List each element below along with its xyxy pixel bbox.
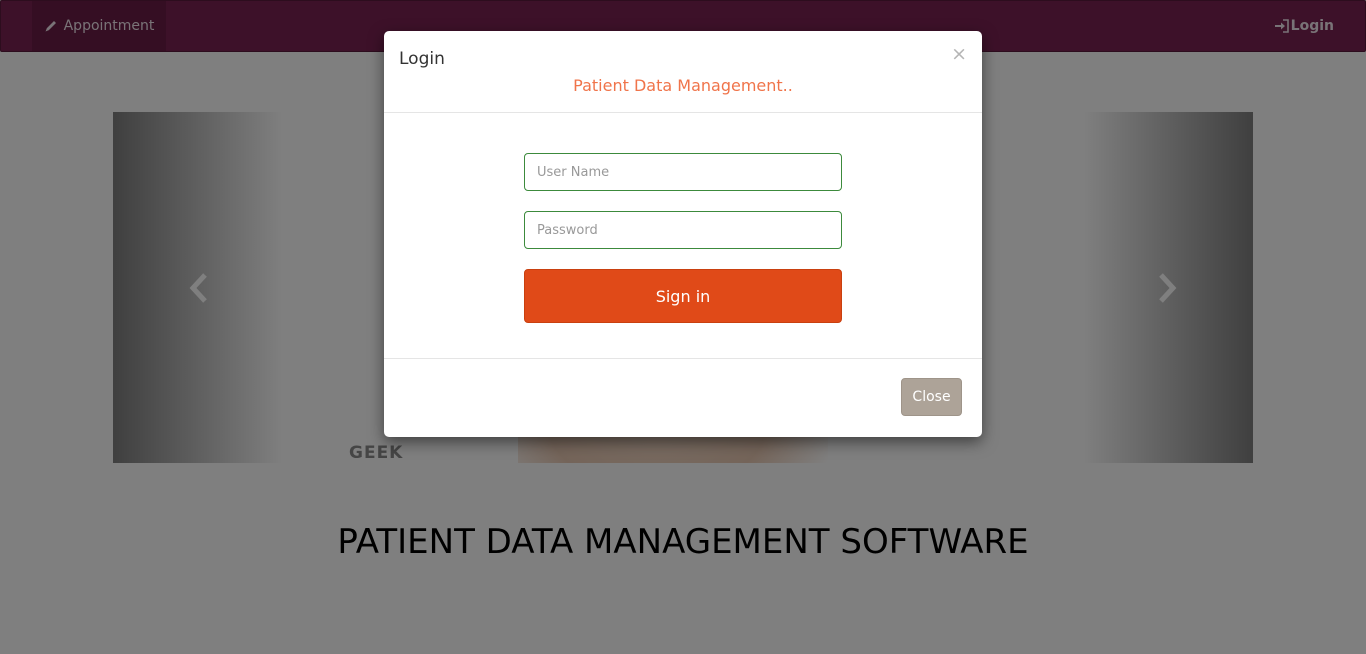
close-icon[interactable]: × — [951, 45, 967, 64]
sign-in-button[interactable]: Sign in — [524, 269, 842, 323]
login-modal: Login × Patient Data Management.. Sign i… — [384, 31, 982, 437]
modal-body: Sign in — [384, 113, 982, 359]
modal-title: Login — [399, 49, 445, 69]
username-input[interactable] — [524, 153, 842, 191]
modal-subtitle: Patient Data Management.. — [573, 76, 793, 95]
password-input[interactable] — [524, 211, 842, 249]
close-button[interactable]: Close — [901, 378, 962, 416]
modal-header: Login × Patient Data Management.. — [384, 31, 982, 113]
